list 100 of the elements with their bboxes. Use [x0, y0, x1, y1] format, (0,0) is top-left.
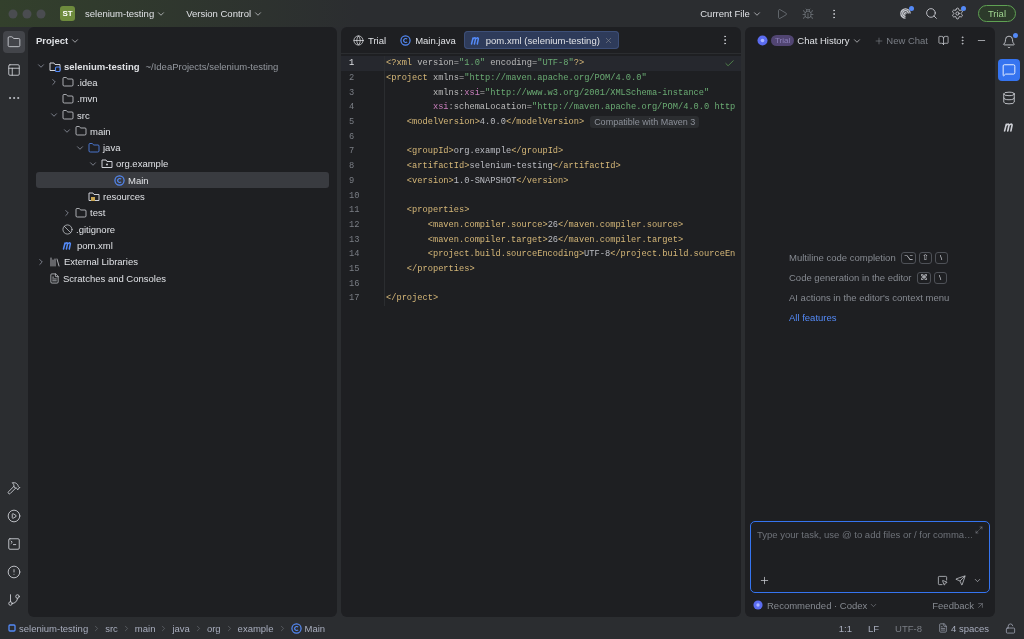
- chat-history-dropdown[interactable]: Chat History: [797, 35, 862, 46]
- plus-icon: [758, 574, 770, 586]
- update-dot: [960, 5, 966, 11]
- line-number: 11: [341, 202, 385, 218]
- editor-tab[interactable]: Trial: [347, 31, 393, 49]
- editor-tab[interactable]: Main.java: [394, 31, 462, 49]
- breadcrumb[interactable]: example: [237, 622, 274, 634]
- tree-row[interactable]: main: [36, 123, 329, 140]
- line-number: 14: [341, 246, 385, 262]
- tree-row[interactable]: org.example: [36, 155, 329, 173]
- line-number: 12: [341, 217, 385, 233]
- tree-row[interactable]: selenium-testing ~/IdeaProjects/selenium-testing: [36, 58, 329, 75]
- globe-icon: [353, 34, 364, 46]
- shortcut-key: ⌥: [900, 251, 916, 264]
- module-icon: [8, 624, 16, 632]
- code-line: <groupId>org.example</groupId>: [405, 146, 564, 157]
- tree-row[interactable]: resources: [36, 188, 329, 205]
- resources-folder-icon: [88, 191, 100, 202]
- tree-row[interactable]: java: [36, 139, 329, 156]
- code-line: <maven.compiler.source>26</maven.compiler.source>: [426, 219, 684, 230]
- tree-row[interactable]: .idea: [36, 74, 329, 91]
- update-dot: [908, 5, 914, 11]
- tree-row[interactable]: External Libraries: [36, 253, 329, 270]
- notification-dot: [1013, 33, 1018, 38]
- model-selector[interactable]: Recommended · Codex: [763, 599, 883, 611]
- tree-row[interactable]: .mvn: [36, 90, 329, 107]
- select-context-button[interactable]: [935, 573, 949, 587]
- assistant-logo-icon: [757, 35, 768, 46]
- feedback-link[interactable]: Feedback: [928, 599, 989, 611]
- play-icon: [775, 7, 788, 20]
- line-number: 16: [341, 276, 385, 291]
- settings-icon: [951, 7, 965, 20]
- tree-item-label: External Libraries: [64, 256, 138, 268]
- git-branch-icon: [7, 593, 21, 607]
- maven-icon: [62, 239, 74, 252]
- class-icon: [290, 622, 302, 634]
- breadcrumb[interactable]: java: [172, 622, 190, 634]
- hammer-icon: [7, 481, 21, 495]
- ignore-file-icon: [62, 223, 73, 235]
- run-configuration-selector[interactable]: Current File: [696, 6, 766, 21]
- tree-item-label: test: [90, 207, 106, 219]
- code-line: </project>: [385, 293, 439, 304]
- shortcut-key: ⇧: [918, 251, 932, 264]
- book-icon: [937, 35, 949, 46]
- breadcrumb[interactable]: selenium-testing: [19, 622, 89, 634]
- project-path: ~/IdeaProjects/selenium-testing: [145, 60, 279, 72]
- folder-icon: [75, 206, 87, 219]
- project-tool-button[interactable]: [3, 31, 25, 53]
- tree-row[interactable]: Main: [36, 172, 329, 189]
- project-selector[interactable]: selenium-testing: [81, 6, 171, 21]
- structure-icon: [7, 63, 21, 77]
- tree-item-label: .idea: [77, 76, 98, 88]
- external-link-icon: [976, 600, 985, 610]
- search-icon: [925, 7, 939, 20]
- folder-icon: [62, 109, 74, 122]
- indent-setting[interactable]: 4 spaces: [950, 622, 989, 634]
- tree-row[interactable]: src: [36, 106, 329, 124]
- line-separator[interactable]: LF: [867, 622, 880, 634]
- trial-button[interactable]: Trial: [977, 5, 1016, 22]
- ai-chat-tool-button[interactable]: [998, 59, 1020, 81]
- spiral-icon: [899, 7, 913, 20]
- breadcrumb[interactable]: Main: [304, 622, 326, 634]
- tree-item-label: Main: [128, 174, 149, 186]
- project-view-title[interactable]: Project: [36, 35, 81, 46]
- breadcrumb[interactable]: src: [105, 622, 118, 634]
- version-control-menu[interactable]: Version Control: [182, 6, 268, 21]
- library-icon: [49, 255, 61, 268]
- new-chat-button[interactable]: New Chat: [870, 35, 932, 46]
- prompt-field[interactable]: Type your task, use @ to add files or / for comma…: [757, 526, 972, 543]
- send-button[interactable]: [953, 573, 967, 587]
- folder-icon: [88, 141, 100, 154]
- feature-hint: AI actions in the editor's context menu: [789, 292, 950, 303]
- shortcut-key: \: [933, 271, 947, 284]
- code-line: <artifactId>selenium-testing</artifactId>: [405, 161, 621, 172]
- feature-hint: Code generation in the editor: [789, 272, 912, 283]
- file-encoding[interactable]: UTF-8: [895, 622, 922, 634]
- breadcrumb[interactable]: main: [134, 622, 156, 634]
- plus-icon: [874, 35, 885, 46]
- line-number: 13: [341, 232, 385, 247]
- bug-icon: [801, 7, 814, 20]
- package-folder-icon: [101, 158, 113, 170]
- read-only-toggle[interactable]: [1005, 622, 1016, 634]
- tree-item-label: .mvn: [77, 93, 98, 105]
- breadcrumb[interactable]: org: [206, 622, 221, 634]
- line-number: 4: [341, 100, 385, 115]
- line-number: 1: [341, 56, 385, 71]
- tree-row[interactable]: test: [36, 204, 329, 221]
- tree-row[interactable]: pom.xml: [36, 237, 329, 254]
- maven-icon: [469, 34, 482, 46]
- all-features-link[interactable]: All features: [789, 312, 837, 323]
- tree-row[interactable]: Scratches and Consoles: [36, 269, 329, 287]
- folder-icon: [62, 76, 74, 89]
- caret-position[interactable]: 1:1: [838, 622, 852, 634]
- line-number: 3: [341, 85, 385, 101]
- notifications-icon: [1002, 35, 1016, 49]
- editor-tab[interactable]: pom.xml (selenium-testing): [463, 31, 619, 49]
- tree-row[interactable]: .gitignore: [36, 220, 329, 238]
- pointer-icon: [936, 574, 948, 586]
- project-badge: ST: [60, 6, 75, 21]
- code-line: <maven.compiler.target>26</maven.compiler.target>: [426, 234, 684, 245]
